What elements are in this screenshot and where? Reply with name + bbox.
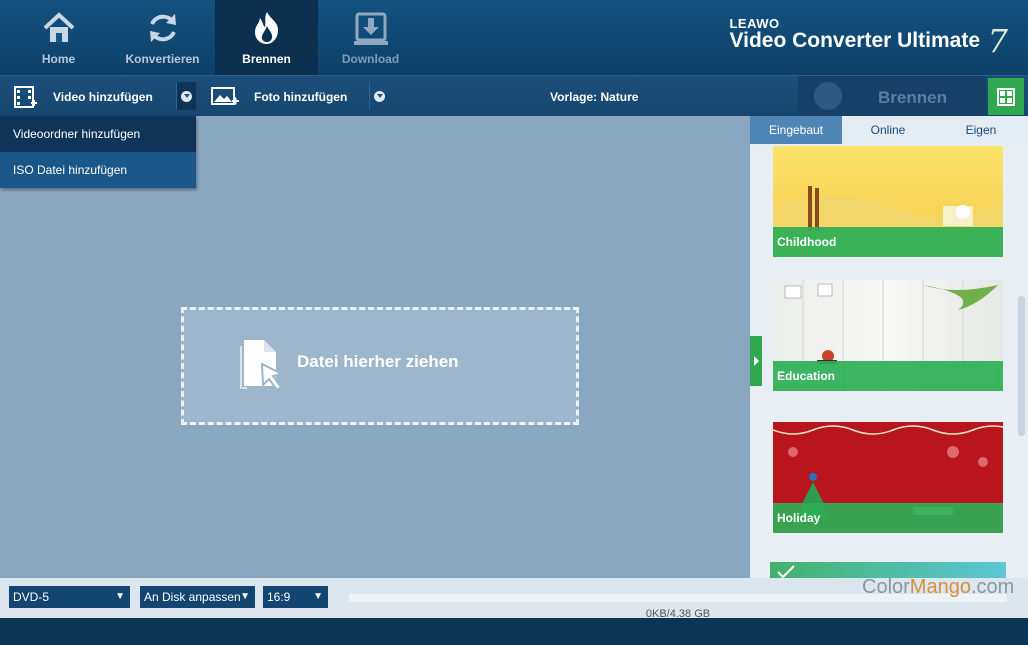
chevron-down-icon [181, 90, 192, 102]
nav-download-label: Download [341, 52, 400, 66]
template-childhood[interactable]: Childhood [773, 146, 1003, 257]
tab-online[interactable]: Online [842, 116, 934, 144]
template-name: Holiday [777, 511, 821, 525]
nav-burn-label: Brennen [242, 52, 291, 66]
add-video-dropdown-toggle[interactable] [176, 82, 196, 110]
layout-toggle-button[interactable] [988, 78, 1024, 115]
add-photo-dropdown-toggle[interactable] [369, 82, 389, 110]
status-bar [0, 618, 1028, 645]
tab-custom[interactable]: Eigen [934, 116, 1028, 144]
film-icon [14, 85, 37, 108]
toolbar: Video hinzufügen Foto hinzufügen Vorlage… [0, 75, 1028, 117]
template-holiday[interactable]: Holiday [773, 422, 1003, 533]
template-tabs: Eingebaut Online Eigen [750, 116, 1028, 144]
burn-button[interactable]: Brennen [798, 76, 986, 117]
nav-download-button[interactable]: Download [319, 0, 422, 75]
top-navigation: Home Konvertieren Brennen Download LEAWO… [0, 0, 1028, 75]
add-photo-button[interactable]: Foto hinzufügen [211, 76, 347, 117]
file-drop-zone[interactable]: Datei hierher ziehen [181, 307, 579, 425]
watermark-part-a: Color [862, 576, 910, 598]
fit-mode-select[interactable]: An Disk anpassen ▼ [140, 586, 255, 608]
scrollbar-thumb[interactable] [1018, 296, 1025, 436]
add-video-dropdown-menu: Videoordner hinzufügen ISO Datei hinzufü… [0, 116, 196, 188]
template-panel: Eingebaut Online Eigen Childhood Educati… [750, 116, 1028, 578]
nav-home-button[interactable]: Home [7, 0, 110, 75]
watermark: ColorMango.com [862, 576, 1014, 599]
tab-builtin[interactable]: Eingebaut [750, 116, 842, 144]
brand-logo: LEAWO Video Converter Ultimate 7 [729, 16, 1008, 60]
aspect-ratio-select[interactable]: 16:9 ▼ [263, 586, 328, 608]
template-list: Childhood Education Holiday [750, 146, 1028, 578]
disc-type-value: DVD-5 [13, 590, 50, 604]
aspect-ratio-value: 16:9 [267, 590, 291, 604]
chevron-down-icon: ▼ [240, 591, 250, 602]
burn-label: Brennen [878, 88, 947, 107]
chevron-down-icon: ▼ [115, 591, 125, 602]
fit-mode-value: An Disk anpassen [144, 590, 241, 604]
watermark-part-c: .com [970, 576, 1015, 598]
watermark-part-b: Mango [909, 576, 971, 598]
nav-home-label: Home [41, 52, 76, 66]
grid-icon [997, 87, 1015, 106]
add-video-button[interactable]: Video hinzufügen [14, 76, 153, 117]
flame-icon [254, 12, 278, 44]
refresh-icon [149, 14, 176, 42]
brand-title: Video Converter Ultimate [729, 29, 980, 52]
drop-zone-label: Datei hierher ziehen [297, 352, 459, 371]
brand-version: 7 [987, 22, 1008, 60]
check-icon [777, 565, 795, 578]
menu-item-add-video-folder[interactable]: Videoordner hinzufügen [0, 116, 196, 152]
nav-convert-button[interactable]: Konvertieren [111, 0, 214, 75]
download-icon [353, 12, 388, 45]
menu-item-add-iso-file[interactable]: ISO Datei hinzufügen [0, 152, 196, 188]
template-education[interactable]: Education [773, 280, 1003, 391]
bottom-bar: DVD-5 ▼ An Disk anpassen ▼ 16:9 ▼ 0KB/4.… [0, 576, 1028, 620]
panel-collapse-toggle[interactable] [750, 336, 762, 386]
photo-icon [211, 86, 239, 105]
template-name: Childhood [777, 235, 837, 249]
disc-type-select[interactable]: DVD-5 ▼ [9, 586, 130, 608]
flame-icon [814, 82, 842, 110]
template-scrollbar[interactable] [1016, 146, 1028, 578]
file-drop-icon [240, 340, 285, 392]
template-name: Education [777, 369, 836, 383]
nav-burn-button[interactable]: Brennen [215, 0, 318, 75]
add-photo-label: Foto hinzufügen [254, 89, 348, 104]
add-video-label: Video hinzufügen [53, 89, 153, 104]
chevron-down-icon: ▼ [313, 591, 323, 602]
chevron-down-icon [374, 90, 385, 102]
nav-convert-label: Konvertieren [125, 52, 200, 66]
template-label[interactable]: Vorlage: Nature [550, 76, 638, 117]
home-icon [43, 12, 74, 42]
